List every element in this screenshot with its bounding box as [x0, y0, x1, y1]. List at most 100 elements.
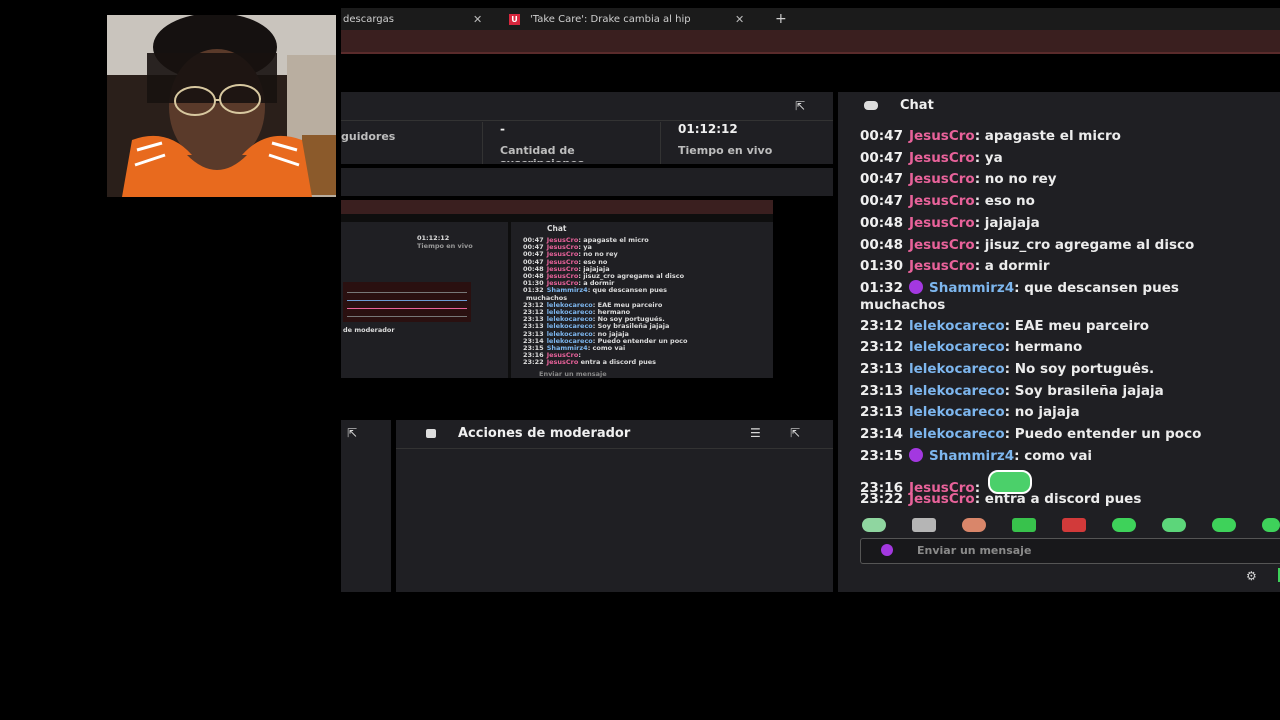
preview-chat-panel: Chat 00:47 JesusCro: apagaste el micro 00:…	[511, 222, 773, 378]
message-text: : entra a discord pues	[974, 491, 1142, 508]
message-username[interactable]: JesusCro	[909, 171, 975, 187]
webcam-overlay	[107, 15, 336, 197]
message-text: : EAE meu parceiro	[1004, 317, 1150, 334]
message-text: : no jajaja	[1004, 404, 1080, 421]
stat-label: guidores	[341, 130, 396, 143]
browser-tab-bar: descargas ✕ U 'Take Care': Drake cambia …	[341, 8, 1280, 30]
message-username[interactable]: Shammirz4	[929, 448, 1014, 464]
preview-username: JesusCro	[546, 358, 579, 367]
emote-icon[interactable]	[1062, 518, 1086, 532]
chat-message: 23:14 lelekocareco: Puedo entender un poc…	[860, 426, 1201, 443]
message-text: : a dormir	[974, 258, 1050, 275]
message-username[interactable]: JesusCro	[909, 150, 975, 166]
message-username[interactable]: lelekocareco	[909, 318, 1005, 334]
message-time: 00:48	[860, 214, 903, 231]
stat-live-time: 01:12:12 Tiempo en vivo	[678, 122, 828, 164]
stats-panel: ⇱ guidores - Cantidad de suscripciones 0…	[341, 92, 833, 164]
message-username[interactable]: lelekocareco	[909, 361, 1005, 377]
message-time: 23:22	[860, 491, 903, 508]
chat-message: 00:47 JesusCro: eso no	[860, 193, 1035, 210]
emote-icon[interactable]	[962, 518, 986, 532]
message-username[interactable]: lelekocareco	[909, 339, 1005, 355]
message-text: : Soy brasileña jajaja	[1004, 382, 1164, 399]
browser-toolbar	[341, 30, 1280, 54]
browser-tab-take-care[interactable]: U 'Take Care': Drake cambia al hip ✕	[509, 8, 754, 30]
message-username[interactable]: lelekocareco	[909, 383, 1005, 399]
chat-title: Chat	[900, 98, 934, 113]
preview-tab-bar	[341, 200, 773, 214]
chat-message-continuation: muchachos	[860, 296, 946, 313]
preview-line	[347, 316, 467, 317]
site-favicon-icon: U	[509, 13, 520, 25]
message-time: 00:47	[860, 128, 903, 144]
message-username[interactable]: lelekocareco	[909, 426, 1005, 442]
mod-actions-header: Acciones de moderador	[426, 426, 630, 441]
emote-icon[interactable]	[912, 518, 936, 532]
browser-tab-descargas[interactable]: descargas ✕	[343, 8, 493, 30]
user-badge-icon	[908, 279, 923, 294]
emote-icon[interactable]	[862, 518, 886, 532]
message-username[interactable]: JesusCro	[909, 193, 975, 209]
webcam-image	[107, 15, 336, 197]
user-badge-icon	[908, 447, 923, 462]
user-badge-icon	[881, 544, 893, 556]
preview-line	[347, 308, 467, 309]
new-tab-button[interactable]: +	[775, 8, 787, 30]
chat-message: 00:47 JesusCro: no no rey	[860, 171, 1057, 188]
close-icon[interactable]: ✕	[735, 13, 744, 26]
message-text: : jajajaja	[974, 214, 1040, 231]
message-username[interactable]: JesusCro	[909, 258, 975, 274]
chat-message: 23:13 lelekocareco: no jajaja	[860, 404, 1080, 421]
emote-bar	[860, 518, 1280, 534]
chat-icon	[864, 101, 878, 110]
message-text: : Puedo entender un poco	[1004, 426, 1202, 443]
chat-input[interactable]: Enviar un mensaje	[860, 538, 1280, 564]
emote-icon[interactable]	[1012, 518, 1036, 532]
message-time: 00:47	[860, 193, 903, 210]
message-username[interactable]: JesusCro	[909, 215, 975, 231]
emote-icon[interactable]	[1162, 518, 1186, 532]
emote-icon[interactable]	[1212, 518, 1236, 532]
message-time: 23:14	[860, 426, 903, 443]
message-username[interactable]: Shammirz4	[929, 280, 1014, 296]
message-text: : como vai	[1014, 447, 1093, 464]
chat-message: 01:30 JesusCro: a dormir	[860, 258, 1050, 275]
chat-header: Chat	[864, 98, 934, 113]
message-username[interactable]: JesusCro	[909, 128, 975, 144]
emote-icon[interactable]	[1112, 518, 1136, 532]
preview-line	[347, 292, 467, 293]
message-time: 00:47	[860, 149, 903, 166]
chat-message: 00:47 JesusCro: ya	[860, 150, 1003, 167]
message-username[interactable]: JesusCro	[909, 237, 975, 253]
popout-icon[interactable]: ⇱	[347, 426, 357, 440]
divider	[482, 122, 483, 164]
emote-icon[interactable]	[1262, 518, 1280, 532]
stat-label: Cantidad de suscripciones	[500, 144, 584, 162]
tab-label: 'Take Care': Drake cambia al hip	[530, 13, 691, 25]
filter-icon[interactable]: ☰	[750, 426, 761, 440]
close-icon[interactable]: ✕	[473, 13, 482, 26]
preview-chat-title: Chat	[547, 224, 567, 233]
message-text: : no no rey	[974, 171, 1057, 188]
message-text: : eso no	[974, 193, 1035, 210]
message-time: 01:30	[860, 258, 903, 275]
chat-message: 23:15 Shammirz4: como vai	[860, 447, 1093, 465]
mod-actions-title: Acciones de moderador	[458, 426, 631, 441]
preview-chat-input: Enviar un mensaje	[539, 370, 607, 378]
popout-icon[interactable]: ⇱	[790, 426, 800, 440]
chat-message: 00:48 JesusCro: jajajaja	[860, 215, 1040, 232]
popout-icon[interactable]: ⇱	[795, 99, 805, 113]
chat-message: 23:12 lelekocareco: hermano	[860, 339, 1082, 356]
gear-icon[interactable]: ⚙	[1246, 569, 1257, 583]
preview-time: 23:22	[523, 358, 544, 367]
tab-label: descargas	[343, 13, 394, 25]
screen-capture-preview: 01:12:12 Tiempo en vivo de moderador Cha…	[341, 200, 773, 378]
message-text: : que descansen pues	[1014, 279, 1179, 296]
preview-time-label: Tiempo en vivo	[417, 242, 473, 250]
message-text: : apagaste el micro	[974, 128, 1121, 144]
stat-followers: guidores	[341, 122, 481, 164]
message-username[interactable]: JesusCro	[909, 491, 975, 507]
message-time: 23:13	[860, 382, 903, 399]
stream-info-bar	[341, 168, 833, 196]
message-username[interactable]: lelekocareco	[909, 404, 1005, 420]
